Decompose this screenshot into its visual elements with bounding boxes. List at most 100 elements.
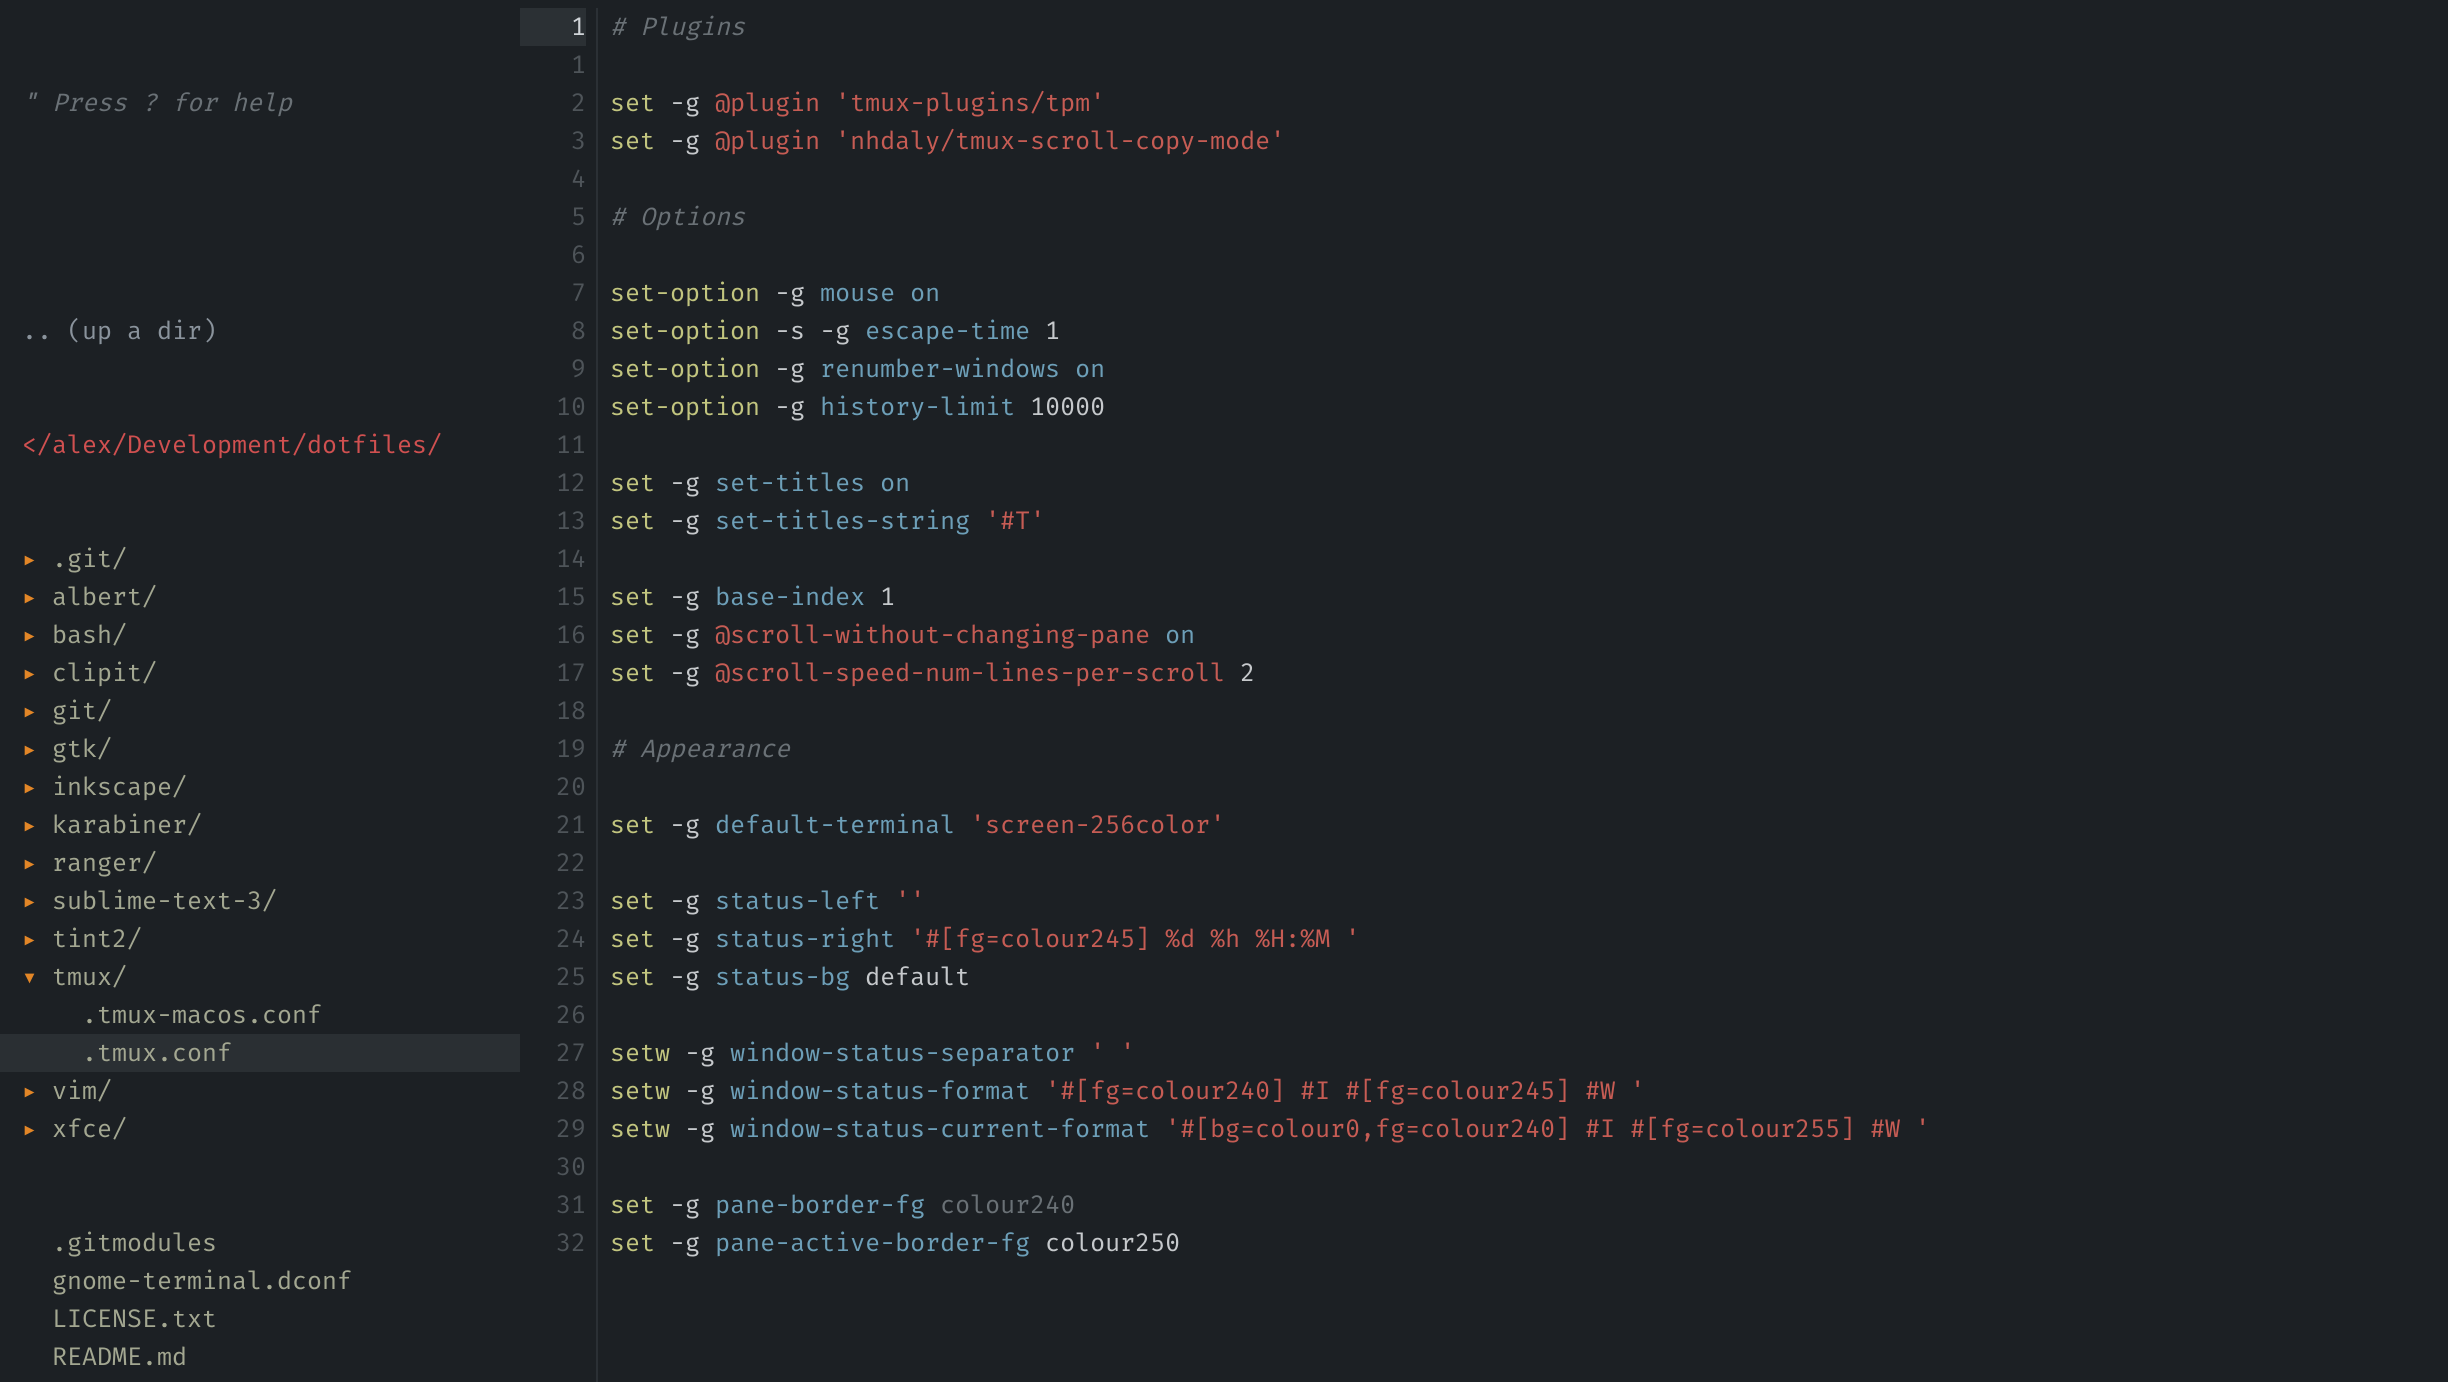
nerdtree-dir[interactable]: ▸clipit/ xyxy=(0,654,520,692)
nerdtree-dir[interactable]: ▾tmux/ xyxy=(0,958,520,996)
code-line[interactable] xyxy=(610,768,2448,806)
line-number: 22 xyxy=(520,844,586,882)
code-line[interactable]: set-option -g renumber-windows on xyxy=(610,350,2448,388)
code-area[interactable]: # Plugins set -g @plugin 'tmux-plugins/tp… xyxy=(598,8,2448,1382)
line-number: 10 xyxy=(520,388,586,426)
code-line[interactable]: set -g @scroll-without-changing-pane on xyxy=(610,616,2448,654)
code-line[interactable]: set -g @scroll-speed-num-lines-per-scrol… xyxy=(610,654,2448,692)
line-number: 30 xyxy=(520,1148,586,1186)
line-number: 20 xyxy=(520,768,586,806)
nerdtree-dir-label: tmux/ xyxy=(52,962,127,992)
nerdtree-file[interactable]: LICENSE.txt xyxy=(0,1300,520,1338)
nerdtree-dir[interactable]: ▸gtk/ xyxy=(0,730,520,768)
line-number: 4 xyxy=(520,160,586,198)
code-line[interactable]: setw -g window-status-format '#[fg=colou… xyxy=(610,1072,2448,1110)
line-number: 23 xyxy=(520,882,586,920)
chevron-right-icon: ▸ xyxy=(22,692,52,730)
chevron-right-icon: ▸ xyxy=(22,578,52,616)
code-line[interactable]: set -g status-right '#[fg=colour245] %d … xyxy=(610,920,2448,958)
code-line[interactable] xyxy=(610,46,2448,84)
code-line[interactable]: set -g set-titles-string '#T' xyxy=(610,502,2448,540)
code-line[interactable]: set -g status-bg default xyxy=(610,958,2448,996)
nerdtree-root[interactable]: </alex/Development/dotfiles/ xyxy=(0,426,520,464)
chevron-right-icon: ▸ xyxy=(22,616,52,654)
line-number: 8 xyxy=(520,312,586,350)
line-number: 7 xyxy=(520,274,586,312)
nerdtree-file[interactable]: .tmux.conf xyxy=(0,1034,520,1072)
nerdtree-dir-label: karabiner/ xyxy=(52,810,202,840)
code-line[interactable]: set -g @plugin 'nhdaly/tmux-scroll-copy-… xyxy=(610,122,2448,160)
code-line[interactable]: # Options xyxy=(610,198,2448,236)
nerdtree-dir[interactable]: ▸vim/ xyxy=(0,1072,520,1110)
line-number: 11 xyxy=(520,426,586,464)
line-number: 9 xyxy=(520,350,586,388)
nerdtree-dir[interactable]: ▸xfce/ xyxy=(0,1110,520,1148)
nerdtree-dir-label: sublime-text-3/ xyxy=(52,886,277,916)
nerdtree-dir-label: bash/ xyxy=(52,620,127,650)
editor-pane[interactable]: 1123456789101112131415161718192021222324… xyxy=(520,0,2448,1382)
line-number: 15 xyxy=(520,578,586,616)
nerdtree-dir[interactable]: ▸karabiner/ xyxy=(0,806,520,844)
code-line[interactable]: set-option -g history-limit 10000 xyxy=(610,388,2448,426)
nerdtree-file[interactable]: .gitmodules xyxy=(0,1224,520,1262)
code-line[interactable]: set-option -g mouse on xyxy=(610,274,2448,312)
code-line[interactable]: set -g status-left '' xyxy=(610,882,2448,920)
nerdtree-up-dir[interactable]: .. (up a dir) xyxy=(0,312,520,350)
nerdtree-dir[interactable]: ▸inkscape/ xyxy=(0,768,520,806)
code-line[interactable] xyxy=(610,1148,2448,1186)
nerdtree-dir[interactable]: ▸bash/ xyxy=(0,616,520,654)
code-line[interactable]: setw -g window-status-current-format '#[… xyxy=(610,1110,2448,1148)
nerdtree-dir[interactable]: ▸tint2/ xyxy=(0,920,520,958)
line-number: 18 xyxy=(520,692,586,730)
nerdtree-dir[interactable]: ▸git/ xyxy=(0,692,520,730)
code-line[interactable]: # Appearance xyxy=(610,730,2448,768)
code-line[interactable] xyxy=(610,996,2448,1034)
line-number: 32 xyxy=(520,1224,586,1262)
chevron-right-icon: ▸ xyxy=(22,540,52,578)
line-number: 1 xyxy=(520,8,586,46)
code-line[interactable]: set -g @plugin 'tmux-plugins/tpm' xyxy=(610,84,2448,122)
code-line[interactable] xyxy=(610,160,2448,198)
nerdtree-file[interactable]: README.md xyxy=(0,1338,520,1376)
nerdtree-dir-label: .git/ xyxy=(52,544,127,574)
code-line[interactable]: set-option -s -g escape-time 1 xyxy=(610,312,2448,350)
code-line[interactable]: # Plugins xyxy=(610,8,2448,46)
chevron-right-icon: ▸ xyxy=(22,882,52,920)
nerdtree-dir[interactable]: ▸.git/ xyxy=(0,540,520,578)
line-number: 5 xyxy=(520,198,586,236)
nerdtree-sidebar[interactable]: " Press ? for help .. (up a dir) </alex/… xyxy=(0,0,520,1382)
nerdtree-file[interactable]: .tmux-macos.conf xyxy=(0,996,520,1034)
code-line[interactable]: set -g set-titles on xyxy=(610,464,2448,502)
line-number: 16 xyxy=(520,616,586,654)
code-line[interactable] xyxy=(610,844,2448,882)
code-line[interactable]: set -g pane-border-fg colour240 xyxy=(610,1186,2448,1224)
code-line[interactable] xyxy=(610,692,2448,730)
line-number: 14 xyxy=(520,540,586,578)
nerdtree-dir[interactable]: ▸albert/ xyxy=(0,578,520,616)
nerdtree-dir-label: inkscape/ xyxy=(52,772,187,802)
code-line[interactable]: setw -g window-status-separator ' ' xyxy=(610,1034,2448,1072)
chevron-right-icon: ▸ xyxy=(22,1110,52,1148)
chevron-right-icon: ▸ xyxy=(22,844,52,882)
code-line[interactable] xyxy=(610,426,2448,464)
nerdtree-dir[interactable]: ▸sublime-text-3/ xyxy=(0,882,520,920)
line-number: 13 xyxy=(520,502,586,540)
line-number: 19 xyxy=(520,730,586,768)
nerdtree-file[interactable]: gnome-terminal.dconf xyxy=(0,1262,520,1300)
line-number: 3 xyxy=(520,122,586,160)
line-number: 2 xyxy=(520,84,586,122)
code-line[interactable]: set -g pane-active-border-fg colour250 xyxy=(610,1224,2448,1262)
line-number: 25 xyxy=(520,958,586,996)
nerdtree-dir[interactable]: ▸ranger/ xyxy=(0,844,520,882)
nerdtree-dir-label: tint2/ xyxy=(52,924,142,954)
code-line[interactable]: set -g default-terminal 'screen-256color… xyxy=(610,806,2448,844)
line-number: 28 xyxy=(520,1072,586,1110)
code-line[interactable]: set -g base-index 1 xyxy=(610,578,2448,616)
code-line[interactable] xyxy=(610,540,2448,578)
line-number: 1 xyxy=(520,46,586,84)
code-line[interactable] xyxy=(610,236,2448,274)
line-number: 31 xyxy=(520,1186,586,1224)
nerdtree-dir-label: albert/ xyxy=(52,582,157,612)
line-number-gutter: 1123456789101112131415161718192021222324… xyxy=(520,8,598,1382)
nerdtree-dir-label: clipit/ xyxy=(52,658,157,688)
